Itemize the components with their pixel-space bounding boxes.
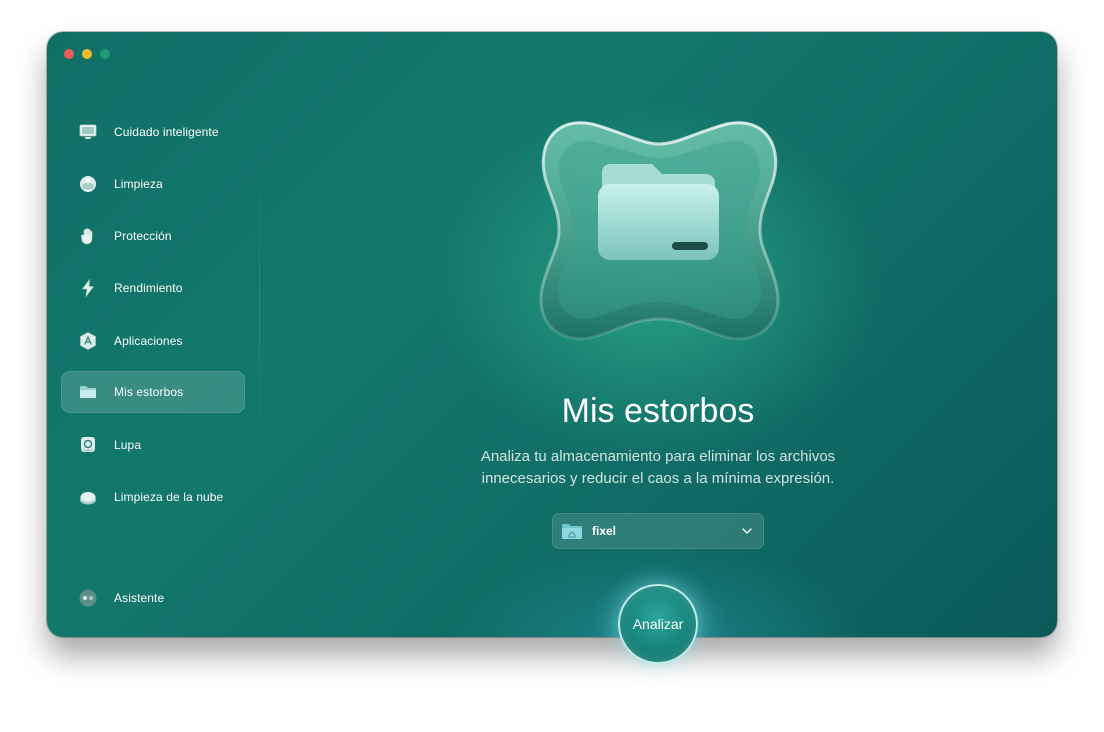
app-window: Cuidado inteligente Limpieza Protección <box>47 32 1057 637</box>
sidebar-item-proteccion[interactable]: Protección <box>61 215 245 257</box>
sidebar: Cuidado inteligente Limpieza Protección <box>47 32 259 637</box>
cloud-icon <box>78 487 98 507</box>
sidebar-item-label: Rendimiento <box>114 281 183 295</box>
description-line: innecesarios y reducir el caos a la míni… <box>481 470 835 487</box>
description-line: Analiza tu almacenamiento para eliminar … <box>480 448 836 465</box>
folder-select-value: fixel <box>592 524 617 538</box>
page-description: Analiza tu almacenamiento para eliminar … <box>259 446 1057 490</box>
assistant-icon <box>78 588 98 608</box>
monitor-icon <box>78 122 98 142</box>
sidebar-item-asistente[interactable]: Asistente <box>61 577 245 619</box>
sidebar-item-label: Cuidado inteligente <box>114 125 219 139</box>
page-title: Mis estorbos <box>561 392 755 430</box>
folder-select[interactable]: fixel <box>552 513 764 549</box>
sidebar-item-label: Limpieza <box>114 177 163 191</box>
cleanup-ball-icon <box>78 174 98 194</box>
clutter-folder-illustration <box>522 114 797 349</box>
folder-3d-icon <box>598 164 719 260</box>
sidebar-item-limpieza-nube[interactable]: Limpieza de la nube <box>61 476 245 518</box>
hand-icon <box>78 226 98 246</box>
sidebar-item-aplicaciones[interactable]: Aplicaciones <box>61 320 245 362</box>
lightning-icon <box>78 278 98 298</box>
chevron-down-icon <box>742 528 752 534</box>
sidebar-item-label: Protección <box>114 229 172 243</box>
sidebar-item-mis-estorbos[interactable]: Mis estorbos <box>61 371 245 413</box>
sidebar-item-label: Lupa <box>114 438 142 452</box>
sidebar-item-lupa[interactable]: Lupa <box>61 424 245 466</box>
scan-button[interactable]: Analizar <box>618 584 698 664</box>
folder-icon <box>78 382 98 402</box>
sidebar-item-rendimiento[interactable]: Rendimiento <box>61 267 245 309</box>
sidebar-item-label: Aplicaciones <box>114 334 183 348</box>
apps-icon <box>78 331 98 351</box>
sidebar-item-label: Asistente <box>114 591 165 605</box>
home-folder-icon <box>561 522 583 540</box>
magnifier-disk-icon <box>78 435 98 455</box>
sidebar-item-label: Mis estorbos <box>114 385 184 399</box>
sidebar-item-label: Limpieza de la nube <box>114 490 224 504</box>
sidebar-item-limpieza[interactable]: Limpieza <box>61 163 245 205</box>
sidebar-item-cuidado-inteligente[interactable]: Cuidado inteligente <box>61 111 245 153</box>
